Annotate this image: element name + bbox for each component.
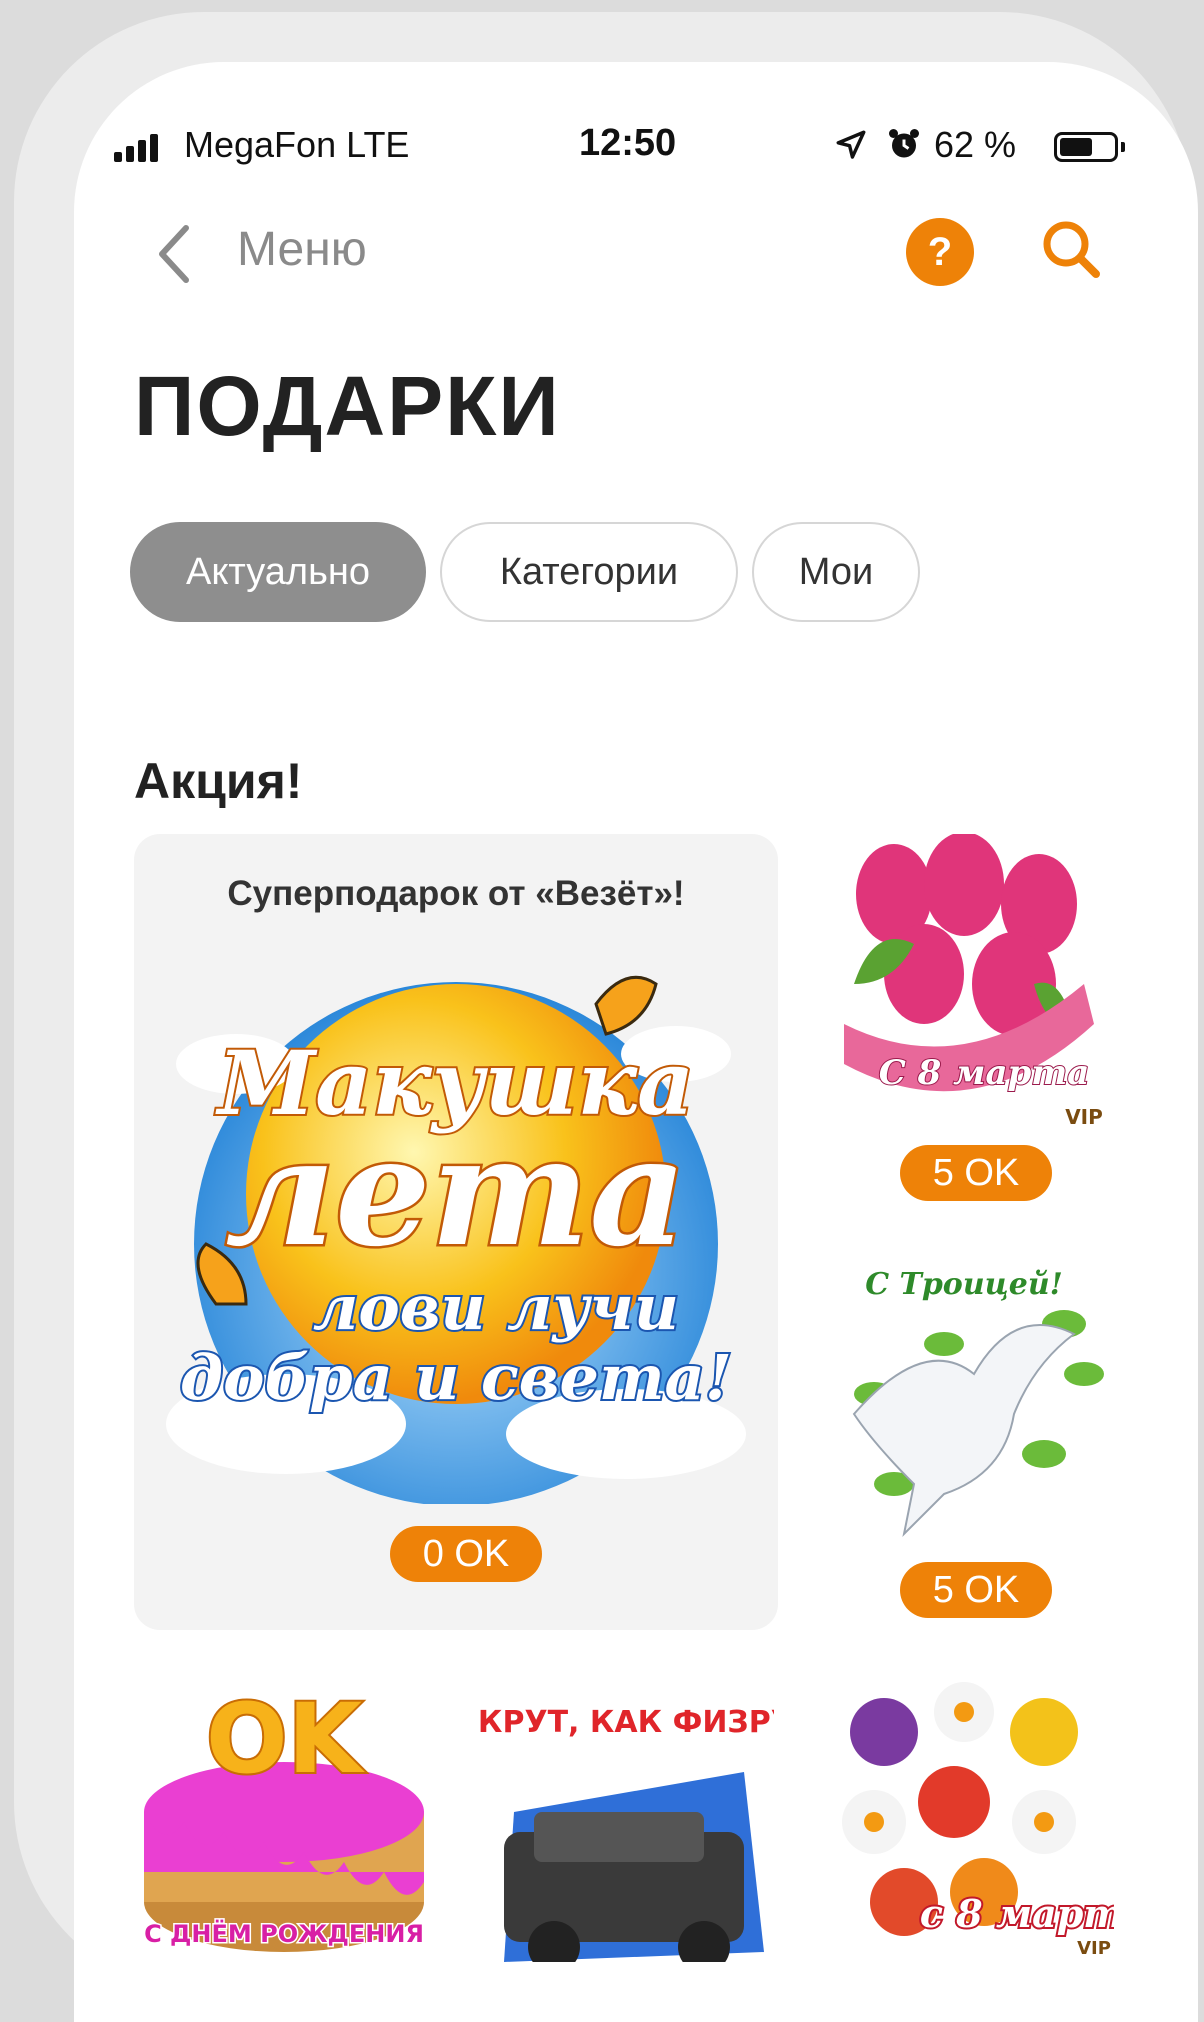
status-bar: MegaFon LTE 12:50 62 % [74,62,1198,232]
chevron-left-icon[interactable] [152,220,200,288]
gift-2-art-text: С Троицей! [865,1267,1063,1302]
location-arrow-icon [836,130,866,159]
gift-item[interactable]: С 8 марта VIP [814,834,1114,1134]
phone-frame: MegaFon LTE 12:50 62 % Меню ? ПОДАРКИ Ак… [14,12,1198,2022]
gift-1-price: 5 OK [900,1145,1052,1201]
app-screen: MegaFon LTE 12:50 62 % Меню ? ПОДАРКИ Ак… [74,62,1198,2022]
promo-art-line-4: добра и света! [180,1341,732,1414]
tab-bar: Актуально Категории Мои [130,522,920,622]
page-title: ПОДАРКИ [134,359,561,453]
gift-2-price: 5 OK [900,1562,1052,1618]
carrier-label: MegaFon LTE [184,124,410,165]
promo-title: Суперподарок от «Везёт»! [227,874,685,913]
battery-icon [1054,132,1118,162]
gift-item[interactable]: с 8 марта VIP [814,1662,1114,1962]
help-icon[interactable]: ? [906,218,974,286]
promo-price-badge: 0 OK [390,1526,542,1582]
search-icon[interactable] [1034,212,1110,288]
promo-card[interactable]: Суперподарок от «Везёт»! Макушка лета ло… [134,834,778,1630]
alarm-icon [889,129,919,158]
promo-art-line-2: лета [225,1104,686,1280]
gift-item[interactable]: С Троицей! [814,1254,1114,1554]
promo-art-line-3: лови лучи [313,1271,679,1344]
tab-actual[interactable]: Актуально [130,522,426,622]
tab-categories[interactable]: Категории [440,522,738,622]
gift-item[interactable]: OK С ДНЁМ РОЖДЕНИЯ [134,1662,434,1962]
signal-icon [114,134,158,162]
gift-3-cake-text: OK [206,1683,366,1795]
gift-5-art-text: с 8 марта [920,1891,1114,1936]
gift-3-art-text: С ДНЁМ РОЖДЕНИЯ [144,1919,424,1948]
clock: 12:50 [579,122,677,164]
battery-percent: 62 % [934,124,1017,165]
gift-1-art-text: С 8 марта [879,1053,1090,1093]
gift-4-art-text: ТЫ КРУТ, КАК ФИЗРУК! [474,1705,774,1740]
gift-1-badge: VIP [1065,1105,1103,1129]
gift-5-badge: VIP [1077,1938,1111,1959]
tab-mine[interactable]: Мои [752,522,920,622]
section-title: Акция! [134,753,303,809]
gift-item[interactable]: ТЫ КРУТ, КАК ФИЗРУК! [474,1662,774,1962]
back-button[interactable]: Меню [237,222,367,277]
promo-gift-image[interactable]: Макушка лета лови лучи добра и света! [156,944,756,1504]
